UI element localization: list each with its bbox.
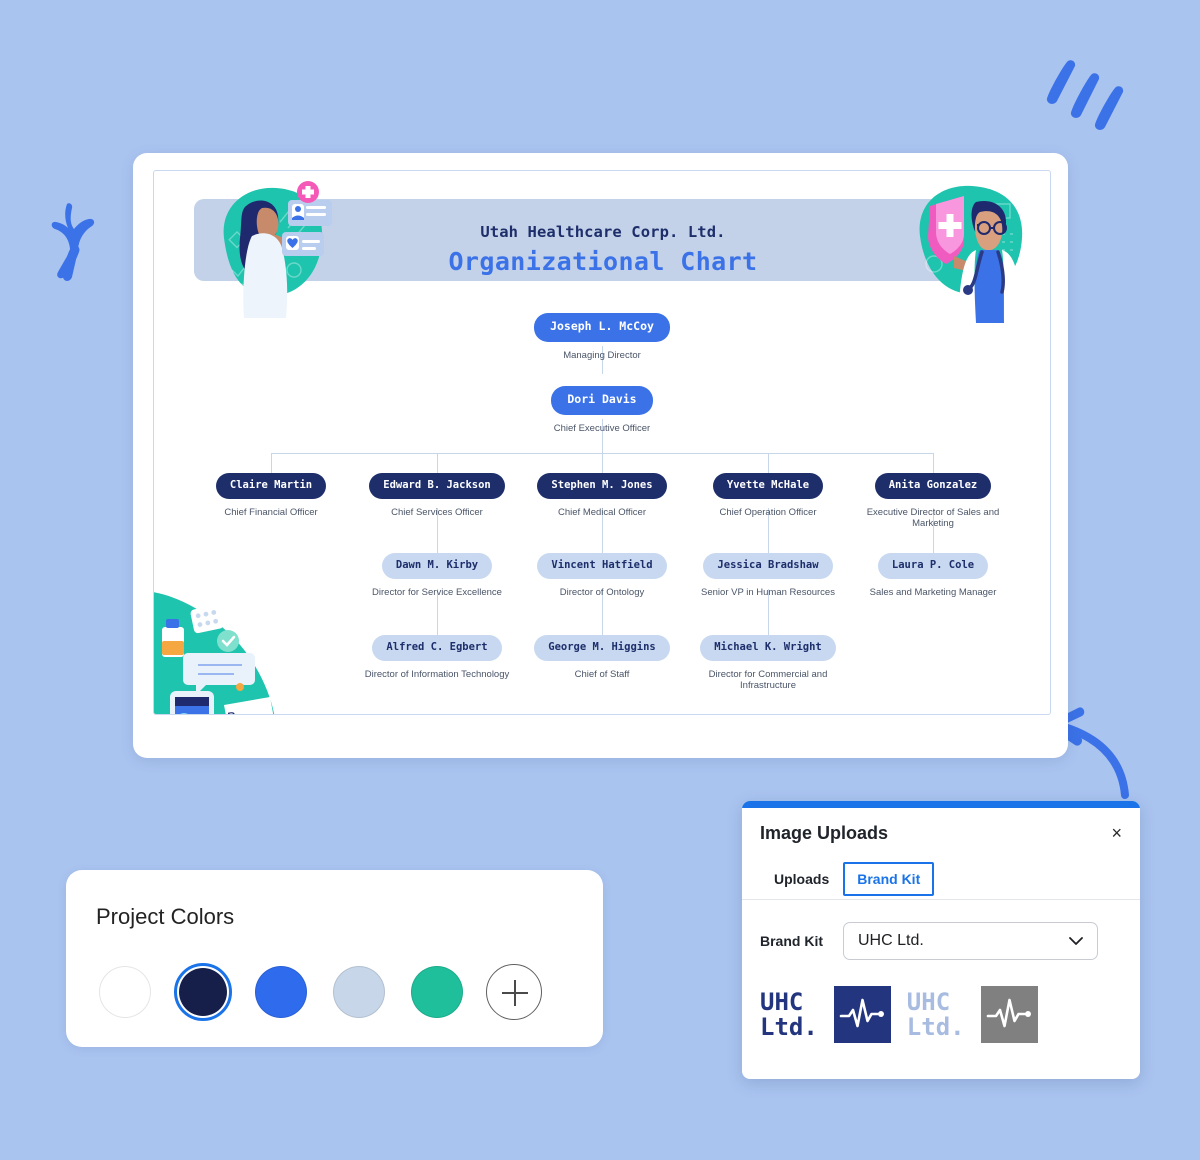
node-anita-gonzalez[interactable]: Anita Gonzalez Executive Director of Sal…: [858, 473, 1008, 530]
org-chart-page: Rₒ Utah Healthcare Corp. Ltd. Organizati…: [153, 170, 1051, 715]
connector-drop-5: [933, 453, 934, 474]
asset-line2: Ltd.: [760, 1012, 818, 1041]
project-colors-title: Project Colors: [96, 904, 235, 929]
brand-kit-select[interactable]: UHC Ltd.: [843, 922, 1098, 960]
node-role: Senior VP in Human Resources: [701, 586, 835, 598]
node-name[interactable]: Joseph L. McCoy: [534, 313, 670, 342]
node-role: Chief Operation Officer: [719, 506, 817, 518]
node-jessica-bradshaw[interactable]: Jessica Bradshaw Senior VP in Human Reso…: [693, 553, 843, 598]
color-swatch-teal[interactable]: [408, 963, 466, 1021]
asset-line1: UHC: [760, 988, 804, 1017]
node-role: Chief Medical Officer: [558, 506, 646, 518]
dialog-tabs: Uploads Brand Kit: [742, 858, 1140, 900]
color-swatch-row: [96, 963, 542, 1021]
node-role: Managing Director: [563, 349, 641, 361]
brand-kit-assets: UHC Ltd. UHC Ltd.: [760, 986, 1038, 1043]
node-role: Chief Financial Officer: [224, 506, 318, 518]
node-dori-davis[interactable]: Dori Davis Chief Executive Officer: [502, 386, 702, 434]
color-swatch-navy[interactable]: [174, 963, 232, 1021]
node-edward-jackson[interactable]: Edward B. Jackson Chief Services Officer: [362, 473, 512, 518]
color-swatch-blue[interactable]: [252, 963, 310, 1021]
node-laura-cole[interactable]: Laura P. Cole Sales and Marketing Manage…: [858, 553, 1008, 598]
chevron-down-icon: [1069, 936, 1083, 945]
dialog-titlebar: Image Uploads ×: [742, 808, 1140, 858]
brand-kit-row: Brand Kit UHC Ltd.: [760, 922, 1098, 960]
node-role: Chief of Staff: [574, 668, 630, 680]
node-name[interactable]: Michael K. Wright: [700, 635, 836, 661]
node-name[interactable]: Dori Davis: [551, 386, 653, 415]
connector-drop-4: [768, 453, 769, 474]
node-name[interactable]: Jessica Bradshaw: [703, 553, 833, 579]
asset-line1: UHC: [906, 988, 951, 1017]
org-chart-canvas[interactable]: Rₒ Utah Healthcare Corp. Ltd. Organizati…: [133, 153, 1068, 758]
screen-root: Rₒ Utah Healthcare Corp. Ltd. Organizati…: [0, 0, 1200, 1160]
node-role: Executive Director of Sales and Marketin…: [866, 506, 1000, 530]
node-michael-wright[interactable]: Michael K. Wright Director for Commercia…: [693, 635, 843, 692]
org-chart: Joseph L. McCoy Managing Director Dori D…: [154, 171, 1050, 714]
node-name[interactable]: Claire Martin: [215, 473, 327, 499]
tab-brand-kit[interactable]: Brand Kit: [843, 861, 935, 896]
node-name[interactable]: Stephen M. Jones: [537, 473, 667, 499]
node-dawn-kirby[interactable]: Dawn M. Kirby Director for Service Excel…: [362, 553, 512, 598]
node-name[interactable]: George M. Higgins: [534, 635, 670, 661]
asset-uhc-pulse-tile-blue[interactable]: [833, 986, 891, 1043]
node-role: Director for Service Excellence: [372, 586, 502, 598]
color-swatch-white[interactable]: [96, 963, 154, 1021]
image-uploads-dialog: Image Uploads × Uploads Brand Kit Brand …: [742, 801, 1140, 1079]
connector-drop-3: [602, 453, 603, 474]
asset-line2: Ltd.: [906, 1012, 965, 1041]
node-yvette-mchale[interactable]: Yvette McHale Chief Operation Officer: [693, 473, 843, 518]
brand-kit-value: UHC Ltd.: [858, 932, 924, 949]
tab-uploads[interactable]: Uploads: [760, 862, 843, 896]
add-color-button[interactable]: [486, 964, 542, 1020]
swoosh-doodle: [1040, 55, 1126, 140]
connector-drop-1: [271, 453, 272, 474]
dialog-title: Image Uploads: [760, 822, 889, 843]
node-role: Director of Information Technology: [364, 668, 510, 680]
node-stephen-jones[interactable]: Stephen M. Jones Chief Medical Officer: [527, 473, 677, 518]
close-icon[interactable]: ×: [1111, 824, 1122, 842]
color-swatch-light-blue-grey[interactable]: [330, 963, 388, 1021]
project-colors-panel: Project Colors: [66, 870, 603, 1047]
connector-drop-2: [437, 453, 438, 474]
node-name[interactable]: Anita Gonzalez: [874, 473, 992, 499]
node-name[interactable]: Yvette McHale: [712, 473, 824, 499]
node-role: Chief Services Officer: [391, 506, 483, 518]
node-role: Director for Commercial and Infrastructu…: [708, 668, 828, 692]
asset-uhc-pulse-tile-grey[interactable]: [980, 986, 1038, 1043]
asset-uhc-wordmark-dark[interactable]: UHC Ltd.: [760, 990, 818, 1039]
node-name[interactable]: Dawn M. Kirby: [381, 553, 493, 579]
node-joseph-mccoy[interactable]: Joseph L. McCoy Managing Director: [502, 313, 702, 361]
node-george-higgins[interactable]: George M. Higgins Chief of Staff: [527, 635, 677, 680]
node-alfred-egbert[interactable]: Alfred C. Egbert Director of Information…: [362, 635, 512, 680]
four-point-star-doodle: [48, 198, 108, 293]
node-vincent-hatfield[interactable]: Vincent Hatfield Director of Ontology: [527, 553, 677, 598]
brand-kit-label: Brand Kit: [760, 933, 823, 949]
node-name[interactable]: Laura P. Cole: [877, 553, 989, 579]
node-role: Chief Executive Officer: [553, 422, 651, 434]
node-claire-martin[interactable]: Claire Martin Chief Financial Officer: [196, 473, 346, 518]
asset-uhc-wordmark-light[interactable]: UHC Ltd.: [907, 990, 965, 1039]
node-name[interactable]: Alfred C. Egbert: [372, 635, 502, 661]
node-name[interactable]: Edward B. Jackson: [369, 473, 505, 499]
dialog-accent-bar: [742, 801, 1140, 808]
node-role: Director of Ontology: [559, 586, 645, 598]
dialog-body: Brand Kit UHC Ltd. UHC Ltd. UHC Ltd.: [742, 900, 1140, 1079]
node-name[interactable]: Vincent Hatfield: [537, 553, 667, 579]
node-role: Sales and Marketing Manager: [869, 586, 997, 598]
